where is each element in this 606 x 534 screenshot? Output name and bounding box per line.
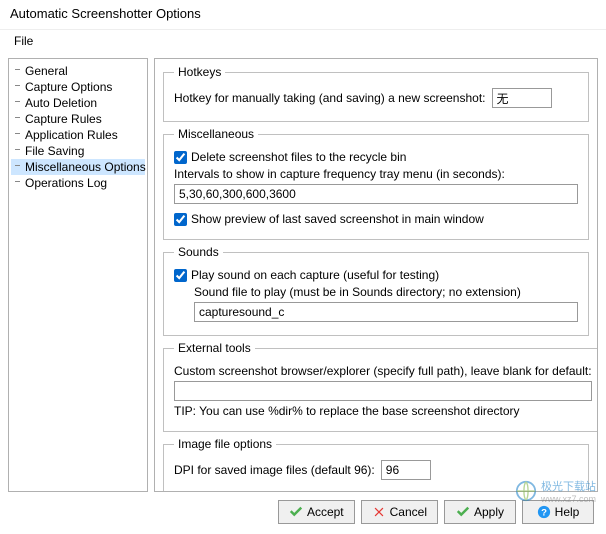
help-icon: ? <box>537 505 551 519</box>
misc-group: Miscellaneous Delete screenshot files to… <box>163 127 589 240</box>
image-legend: Image file options <box>174 437 276 451</box>
footer-buttons: Accept Cancel Apply ? Help <box>0 494 606 530</box>
sidebar: General Capture Options Auto Deletion Ca… <box>8 58 148 492</box>
hotkeys-group: Hotkeys Hotkey for manually taking (and … <box>163 65 589 122</box>
help-label: Help <box>555 505 580 519</box>
hotkey-label: Hotkey for manually taking (and saving) … <box>174 91 486 105</box>
accept-button[interactable]: Accept <box>278 500 355 524</box>
window-title: Automatic Screenshotter Options <box>0 0 606 30</box>
sidebar-item-miscellaneous-options[interactable]: Miscellaneous Options <box>11 159 145 175</box>
play-sound-checkbox[interactable] <box>174 269 187 282</box>
menubar: File <box>0 30 606 52</box>
external-group: External tools Custom screenshot browser… <box>163 341 598 432</box>
check-icon <box>456 505 470 519</box>
sounds-group: Sounds Play sound on each capture (usefu… <box>163 245 589 336</box>
help-button[interactable]: ? Help <box>522 500 594 524</box>
sidebar-item-operations-log[interactable]: Operations Log <box>11 175 145 191</box>
sidebar-item-file-saving[interactable]: File Saving <box>11 143 145 159</box>
browser-input[interactable] <box>174 381 592 401</box>
external-legend: External tools <box>174 341 255 355</box>
accept-label: Accept <box>307 505 344 519</box>
main-panel: Hotkeys Hotkey for manually taking (and … <box>154 58 598 492</box>
cross-icon <box>372 505 386 519</box>
recycle-label: Delete screenshot files to the recycle b… <box>191 150 406 164</box>
sidebar-item-auto-deletion[interactable]: Auto Deletion <box>11 95 145 111</box>
sound-file-input[interactable] <box>194 302 578 322</box>
sidebar-item-application-rules[interactable]: Application Rules <box>11 127 145 143</box>
sidebar-item-capture-rules[interactable]: Capture Rules <box>11 111 145 127</box>
hotkey-input[interactable] <box>492 88 552 108</box>
misc-legend: Miscellaneous <box>174 127 258 141</box>
intervals-label: Intervals to show in capture frequency t… <box>174 167 505 181</box>
preview-label: Show preview of last saved screenshot in… <box>191 212 484 226</box>
sounds-legend: Sounds <box>174 245 223 259</box>
apply-label: Apply <box>474 505 504 519</box>
sidebar-item-capture-options[interactable]: Capture Options <box>11 79 145 95</box>
content-area: General Capture Options Auto Deletion Ca… <box>0 52 606 494</box>
dpi-input[interactable] <box>381 460 431 480</box>
browser-label: Custom screenshot browser/explorer (spec… <box>174 364 592 378</box>
check-icon <box>289 505 303 519</box>
menu-file[interactable]: File <box>8 32 39 50</box>
dpi-label: DPI for saved image files (default 96): <box>174 463 375 477</box>
svg-text:?: ? <box>541 508 547 519</box>
apply-button[interactable]: Apply <box>444 500 516 524</box>
cancel-button[interactable]: Cancel <box>361 500 438 524</box>
play-sound-label: Play sound on each capture (useful for t… <box>191 268 439 282</box>
recycle-checkbox[interactable] <box>174 151 187 164</box>
sidebar-item-general[interactable]: General <box>11 63 145 79</box>
hotkeys-legend: Hotkeys <box>174 65 225 79</box>
preview-checkbox[interactable] <box>174 213 187 226</box>
sound-file-label: Sound file to play (must be in Sounds di… <box>194 285 521 299</box>
image-group: Image file options DPI for saved image f… <box>163 437 589 492</box>
cancel-label: Cancel <box>390 505 427 519</box>
external-tip: TIP: You can use %dir% to replace the ba… <box>174 404 520 418</box>
intervals-input[interactable] <box>174 184 578 204</box>
